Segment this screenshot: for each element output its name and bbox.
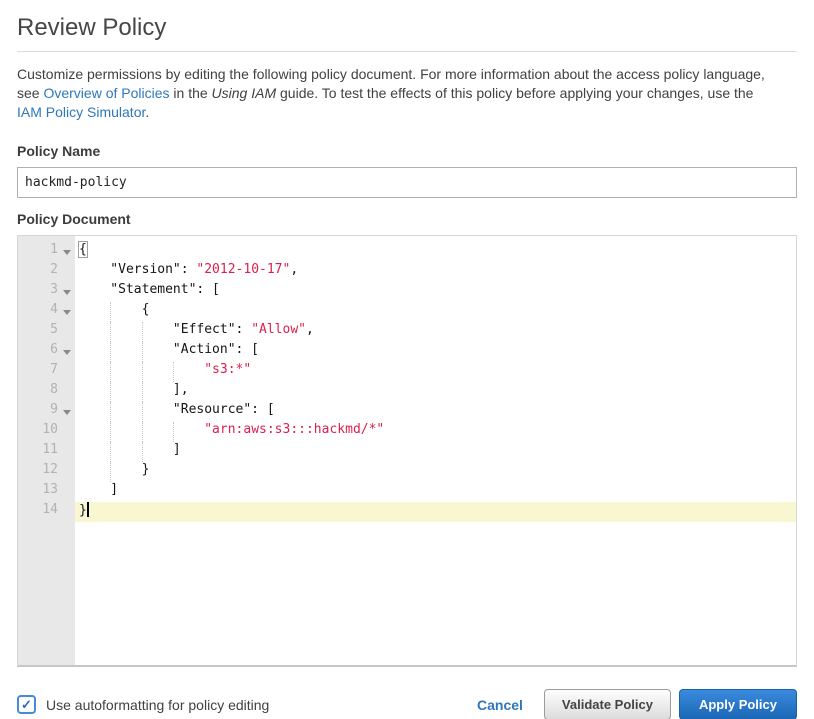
indent-guide	[110, 402, 111, 422]
code-line[interactable]: "Action": [	[75, 342, 796, 362]
page-title: Review Policy	[17, 14, 797, 42]
iam-policy-simulator-link[interactable]: IAM Policy Simulator	[17, 104, 145, 120]
indent-guide	[142, 342, 143, 362]
indent-guide	[110, 422, 111, 442]
policy-name-input[interactable]	[17, 167, 797, 198]
intro-line2-mid1: in the	[170, 85, 212, 101]
text-cursor	[87, 502, 89, 517]
review-policy-page: Review Policy Customize permissions by e…	[0, 14, 814, 719]
gutter-line-number: 3	[18, 282, 75, 302]
gutter-line-number: 10	[18, 422, 75, 442]
code-line[interactable]: {	[75, 302, 796, 322]
title-divider	[17, 51, 797, 52]
indent-guide	[110, 442, 111, 462]
code-line[interactable]: "Version": "2012-10-17",	[75, 262, 796, 282]
indent-guide	[142, 362, 143, 382]
overview-of-policies-link[interactable]: Overview of Policies	[43, 85, 169, 101]
code-line[interactable]: "Resource": [	[75, 402, 796, 422]
gutter-line-number: 2	[18, 262, 75, 282]
gutter-line-number: 5	[18, 322, 75, 342]
footer-bar: ✓ Use autoformatting for policy editing …	[17, 689, 797, 719]
indent-guide	[110, 302, 111, 322]
indent-guide	[110, 382, 111, 402]
code-line[interactable]: "s3:*"	[75, 362, 796, 382]
fold-arrow-icon[interactable]	[63, 310, 71, 315]
gutter-line-number: 14	[18, 502, 75, 522]
fold-arrow-icon[interactable]	[63, 290, 71, 295]
code-line[interactable]: ]	[75, 482, 796, 502]
cancel-link[interactable]: Cancel	[477, 697, 523, 713]
indent-guide	[110, 462, 111, 482]
policy-document-editor[interactable]: 1234567891011121314 { "Version": "2012-1…	[17, 235, 797, 667]
indent-guide	[173, 422, 174, 442]
code-line[interactable]: "arn:aws:s3:::hackmd/*"	[75, 422, 796, 442]
code-line[interactable]: }	[75, 462, 796, 482]
gutter-line-number: 9	[18, 402, 75, 422]
fold-arrow-icon[interactable]	[63, 350, 71, 355]
indent-guide	[142, 402, 143, 422]
code-line[interactable]: }	[75, 502, 796, 522]
editor-gutter: 1234567891011121314	[18, 236, 75, 665]
indent-guide	[142, 322, 143, 342]
gutter-line-number: 8	[18, 382, 75, 402]
indent-guide	[142, 442, 143, 462]
autoformat-label: Use autoformatting for policy editing	[46, 697, 269, 713]
fold-arrow-icon[interactable]	[63, 410, 71, 415]
intro-line1: Customize permissions by editing the fol…	[17, 66, 765, 82]
code-line[interactable]: "Effect": "Allow",	[75, 322, 796, 342]
intro-line2-pre: see	[17, 85, 43, 101]
gutter-line-number: 4	[18, 302, 75, 322]
autoformat-checkbox-row[interactable]: ✓ Use autoformatting for policy editing	[17, 695, 269, 714]
gutter-line-number: 6	[18, 342, 75, 362]
indent-guide	[110, 322, 111, 342]
intro-period: .	[145, 104, 149, 120]
validate-policy-button[interactable]: Validate Policy	[544, 689, 671, 719]
indent-guide	[110, 342, 111, 362]
code-line[interactable]: "Statement": [	[75, 282, 796, 302]
editor-code[interactable]: { "Version": "2012-10-17", "Statement": …	[75, 236, 796, 665]
policy-name-label: Policy Name	[17, 143, 797, 159]
using-iam-guide-name: Using IAM	[212, 85, 277, 101]
gutter-line-number: 11	[18, 442, 75, 462]
intro-text: Customize permissions by editing the fol…	[17, 65, 797, 122]
code-line[interactable]: {	[75, 242, 796, 262]
action-buttons: Cancel Validate Policy Apply Policy	[477, 689, 797, 719]
indent-guide	[142, 382, 143, 402]
indent-guide	[110, 362, 111, 382]
checkmark-icon: ✓	[21, 698, 32, 711]
indent-guide	[173, 362, 174, 382]
indent-guide	[142, 422, 143, 442]
policy-document-label: Policy Document	[17, 211, 797, 227]
fold-arrow-icon[interactable]	[63, 250, 71, 255]
intro-line2-mid2: guide. To test the effects of this polic…	[276, 85, 753, 101]
code-line[interactable]: ]	[75, 442, 796, 462]
gutter-line-number: 7	[18, 362, 75, 382]
gutter-line-number: 12	[18, 462, 75, 482]
autoformat-checkbox[interactable]: ✓	[17, 695, 36, 714]
gutter-line-number: 1	[18, 242, 75, 262]
gutter-line-number: 13	[18, 482, 75, 502]
apply-policy-button[interactable]: Apply Policy	[679, 689, 797, 719]
code-line[interactable]: ],	[75, 382, 796, 402]
